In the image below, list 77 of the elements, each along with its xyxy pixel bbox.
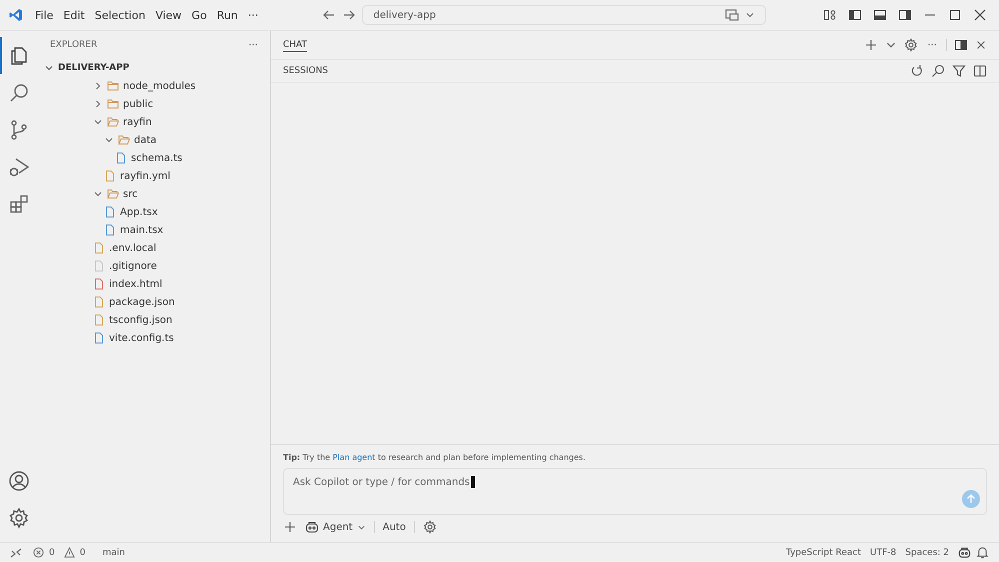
tree-item[interactable]: tsconfig.json <box>36 311 270 329</box>
menu-item[interactable]: File <box>31 6 58 24</box>
menu-item[interactable]: Run <box>212 6 242 24</box>
menu-item[interactable]: ··· <box>244 6 262 24</box>
account-icon <box>8 470 30 492</box>
settings-icon[interactable] <box>904 38 918 52</box>
tree-item[interactable]: data <box>36 131 270 149</box>
chat-tab[interactable]: CHAT <box>283 38 308 52</box>
agent-dropdown[interactable]: Agent <box>305 520 366 534</box>
language-mode[interactable]: TypeScript React <box>786 548 862 558</box>
close-icon[interactable] <box>973 8 987 22</box>
tree-item[interactable]: App.tsx <box>36 203 270 221</box>
chat-input-field[interactable]: Ask Copilot or type / for commands <box>283 468 987 515</box>
tree-item[interactable]: public <box>36 95 270 113</box>
robot-icon[interactable] <box>958 546 971 559</box>
tree-item[interactable]: .env.local <box>36 239 270 257</box>
tree-item[interactable]: node_modules <box>36 77 270 95</box>
encoding-label[interactable]: UTF-8 <box>870 548 896 558</box>
warning-icon[interactable] <box>64 547 75 558</box>
plus-icon[interactable] <box>283 520 297 534</box>
settings-icon <box>8 506 30 528</box>
tree-item[interactable]: rayfin.yml <box>36 167 270 185</box>
tree-item[interactable]: rayfin <box>36 113 270 131</box>
more-actions-button[interactable]: ··· <box>925 40 939 50</box>
indentation-label[interactable]: Spaces: 2 <box>905 548 949 558</box>
error-count[interactable]: 0 <box>49 548 55 558</box>
menu-item[interactable]: View <box>151 6 186 24</box>
command-center-field[interactable]: delivery-app <box>362 5 766 25</box>
extensions-icon <box>8 192 30 214</box>
more-actions-button[interactable]: ··· <box>246 40 260 50</box>
chat-icon[interactable] <box>725 8 740 22</box>
menu-item[interactable]: Go <box>188 6 211 24</box>
branch-label[interactable]: main <box>102 548 125 558</box>
model-dropdown[interactable]: Auto <box>382 522 406 532</box>
tree-item[interactable]: src <box>36 185 270 203</box>
split-view-icon[interactable] <box>973 64 987 78</box>
refresh-icon[interactable] <box>910 64 924 78</box>
chevron-down-icon[interactable] <box>745 10 756 20</box>
bell-icon[interactable] <box>976 546 989 559</box>
maximize-icon[interactable] <box>948 8 962 22</box>
settings-icon[interactable] <box>422 520 437 534</box>
tree-item[interactable]: main.tsx <box>36 221 270 239</box>
explorer-title: EXPLORER <box>50 40 98 50</box>
folder-icon <box>107 188 119 200</box>
folder-icon <box>118 134 130 146</box>
error-icon[interactable] <box>33 547 44 558</box>
layout-icon[interactable] <box>823 8 837 22</box>
search-icon[interactable] <box>931 64 945 78</box>
search-icon <box>8 82 30 104</box>
bottom-panel-icon[interactable] <box>873 8 887 22</box>
filter-icon[interactable] <box>952 64 966 78</box>
tree-item[interactable]: package.json <box>36 293 270 311</box>
close-icon[interactable] <box>975 39 987 51</box>
robot-icon <box>305 520 319 534</box>
run-debug-icon <box>8 156 30 178</box>
right-sidebar-icon[interactable] <box>898 8 912 22</box>
menu-item[interactable]: Selection <box>90 6 150 24</box>
warning-count[interactable]: 0 <box>80 548 86 558</box>
menu-item[interactable]: Edit <box>59 6 89 24</box>
app-logo-icon <box>9 8 23 22</box>
sessions-heading: SESSIONS <box>283 66 328 76</box>
tree-item[interactable]: vite.config.ts <box>36 329 270 347</box>
tree-item[interactable]: .gitignore <box>36 257 270 275</box>
forward-arrow-icon[interactable] <box>342 8 356 22</box>
right-sidebar-icon[interactable] <box>954 38 968 52</box>
tip-text: Tip: Try the Plan agent to research and plan before implementing changes. <box>283 453 586 462</box>
tree-item[interactable]: DELIVERY-APP <box>36 59 270 77</box>
folder-icon <box>107 98 119 110</box>
tree-item[interactable]: index.html <box>36 275 270 293</box>
folder-icon <box>107 80 119 92</box>
folder-icon <box>107 116 119 128</box>
left-sidebar-icon[interactable] <box>848 8 862 22</box>
plus-icon[interactable] <box>864 38 878 52</box>
back-arrow-icon[interactable] <box>322 8 336 22</box>
remote-icon[interactable] <box>10 546 22 558</box>
plan-agent-link[interactable]: Plan agent <box>332 453 376 462</box>
tree-item[interactable]: schema.ts <box>36 149 270 167</box>
